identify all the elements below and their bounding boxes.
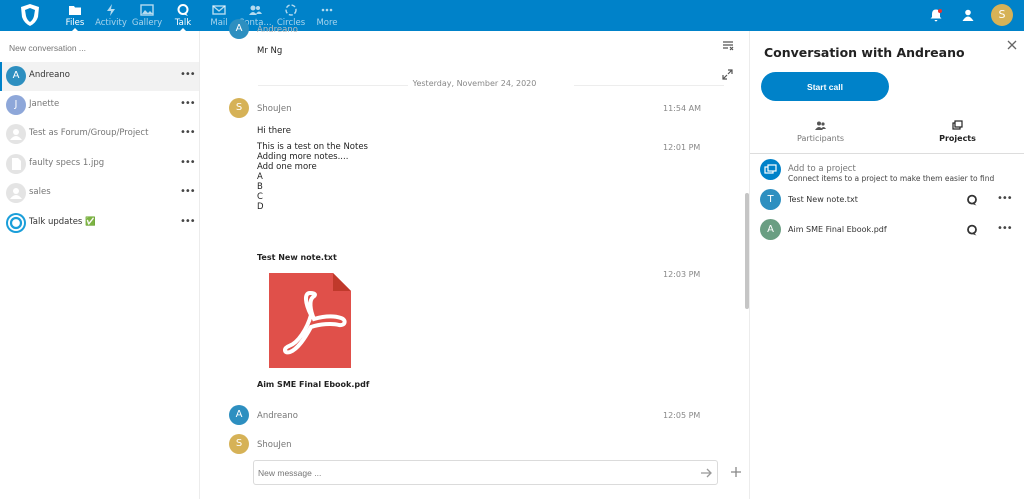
- app-logo-icon[interactable]: [18, 3, 42, 27]
- conversation-item-janette[interactable]: J Janette •••: [0, 91, 199, 120]
- add-project-subtitle: Connect items to a project to make them …: [788, 174, 995, 183]
- start-call-button[interactable]: Start call: [761, 72, 889, 101]
- more-options-icon[interactable]: •••: [180, 70, 196, 80]
- add-project-icon[interactable]: [760, 159, 781, 180]
- folder-icon: [69, 6, 81, 15]
- top-navigation-bar: Files Activity Gallery Talk Mail Conta..…: [0, 0, 1024, 31]
- tab-projects[interactable]: Projects: [889, 118, 1024, 154]
- new-conversation-input[interactable]: [4, 38, 196, 58]
- more-options-icon[interactable]: •••: [180, 128, 196, 138]
- message-author: ShouJen: [257, 104, 292, 114]
- contacts-icon: [249, 5, 262, 15]
- avatar: A: [6, 66, 26, 86]
- file-avatar-icon: [6, 154, 26, 174]
- project-item[interactable]: A Aim SME Final Ebook.pdf •••: [760, 218, 1020, 242]
- message-input[interactable]: [258, 466, 678, 480]
- project-avatar: A: [760, 219, 781, 240]
- message-avatar: S: [229, 434, 249, 454]
- conversation-name: sales: [29, 187, 51, 197]
- project-item[interactable]: T Test New note.txt •••: [760, 188, 1020, 212]
- more-options-icon[interactable]: •••: [180, 187, 196, 197]
- shared-file-name[interactable]: Aim SME Final Ebook.pdf: [257, 380, 369, 389]
- project-avatar: T: [760, 189, 781, 210]
- conversation-item-group[interactable]: Test as Forum/Group/Project •••: [0, 120, 199, 149]
- more-options-icon[interactable]: •••: [997, 224, 1013, 234]
- message-avatar: A: [229, 405, 249, 425]
- avatar: J: [6, 95, 26, 115]
- message-author: Andreano: [257, 25, 298, 35]
- group-avatar-icon: [6, 124, 26, 144]
- message-timestamp: 12:05 PM: [663, 411, 701, 420]
- message-avatar: A: [229, 19, 249, 39]
- conversation-name: Janette: [29, 99, 60, 109]
- message-filter-icon[interactable]: [722, 40, 734, 52]
- talk-avatar-icon: [6, 213, 26, 233]
- activity-icon: [107, 4, 115, 16]
- conversation-name: Talk updates ✅: [29, 217, 96, 227]
- date-separator: Yesterday, November 24, 2020: [200, 79, 749, 88]
- group-avatar-icon: [6, 183, 26, 203]
- tab-participants[interactable]: Participants: [752, 118, 889, 154]
- message-author: Andreano: [257, 411, 298, 421]
- conversation-item-sales[interactable]: sales •••: [0, 179, 199, 208]
- conversation-list-pane: A Andreano ••• J Janette ••• Test as For…: [0, 31, 200, 499]
- circles-icon: [285, 4, 297, 16]
- conversation-name: faulty specs 1.jpg: [29, 158, 105, 168]
- image-icon: [140, 4, 154, 16]
- send-icon[interactable]: [699, 466, 713, 480]
- message-avatar: S: [229, 98, 249, 118]
- message-timestamp: 12:03 PM: [663, 270, 701, 279]
- notifications-bell-icon[interactable]: [929, 8, 943, 22]
- shared-file-name[interactable]: Test New note.txt: [257, 253, 337, 262]
- mail-icon: [212, 5, 226, 15]
- contacts-menu-icon[interactable]: [961, 8, 975, 22]
- sidebar-title: Conversation with Andreano: [764, 45, 965, 60]
- tab-divider: [750, 153, 1024, 154]
- projects-icon: [952, 120, 963, 130]
- more-options-icon[interactable]: •••: [180, 158, 196, 168]
- more-options-icon[interactable]: •••: [180, 99, 196, 109]
- talk-icon[interactable]: [966, 194, 978, 206]
- conversation-name: Test as Forum/Group/Project: [29, 128, 149, 138]
- message-text: Mr Ng: [257, 46, 283, 56]
- tab-projects-label: Projects: [939, 134, 976, 143]
- message-timestamp: 12:01 PM: [663, 143, 701, 152]
- message-text: This is a test on the Notes Adding more …: [257, 142, 368, 212]
- conversation-name: Andreano: [29, 70, 70, 80]
- user-avatar[interactable]: S: [991, 4, 1013, 26]
- project-name: Test New note.txt: [788, 195, 858, 204]
- participants-icon: [815, 121, 826, 130]
- add-project-title[interactable]: Add to a project: [788, 164, 856, 174]
- more-options-icon[interactable]: •••: [997, 194, 1013, 204]
- close-icon[interactable]: [1007, 40, 1017, 50]
- talk-icon: [177, 4, 189, 16]
- chat-pane: A Andreano Mr Ng Yesterday, November 24,…: [200, 19, 749, 499]
- message-text: Hi there: [257, 126, 291, 136]
- message-timestamp: 11:54 AM: [663, 104, 701, 113]
- conversation-item-andreano[interactable]: A Andreano •••: [0, 62, 199, 91]
- message-composer: [253, 460, 718, 485]
- talk-icon[interactable]: [966, 224, 978, 236]
- selected-indicator: [0, 62, 2, 91]
- conversation-item-file[interactable]: faulty specs 1.jpg •••: [0, 150, 199, 179]
- app-more-label: More: [316, 18, 338, 28]
- tab-participants-label: Participants: [797, 134, 844, 143]
- more-options-icon[interactable]: •••: [180, 217, 196, 227]
- message-author: ShouJen: [257, 440, 292, 450]
- more-icon: [321, 8, 333, 12]
- app-more[interactable]: More: [305, 3, 349, 31]
- conversation-item-talk-updates[interactable]: Talk updates ✅ •••: [0, 209, 199, 238]
- conversation-sidebar: Conversation with Andreano Start call Pa…: [749, 31, 1024, 499]
- project-name: Aim SME Final Ebook.pdf: [788, 225, 887, 234]
- add-attachment-icon[interactable]: [730, 466, 742, 478]
- pdf-file-icon[interactable]: [269, 273, 351, 368]
